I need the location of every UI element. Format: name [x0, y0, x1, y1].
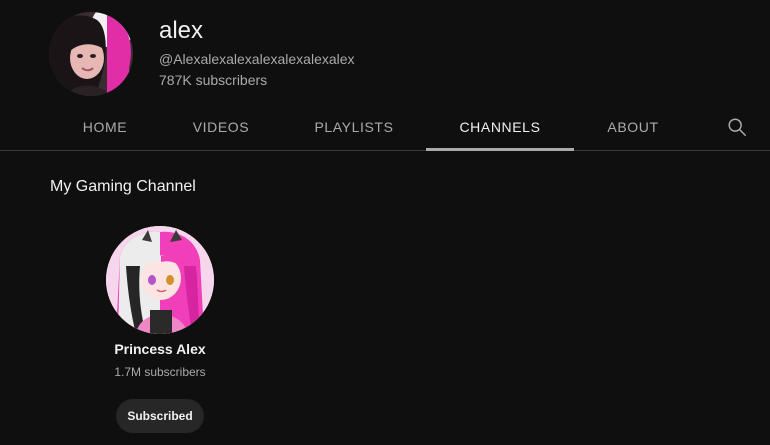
channel-handle: @Alexalexalexalexalexalexalex: [159, 51, 355, 67]
section-title: My Gaming Channel: [50, 178, 196, 195]
tab-videos[interactable]: VIDEOS: [176, 104, 266, 150]
featured-channel-avatar[interactable]: [106, 226, 214, 334]
featured-channel-name[interactable]: Princess Alex: [96, 340, 224, 358]
featured-channel-avatar-image: [106, 226, 214, 334]
channel-avatar[interactable]: [49, 12, 133, 96]
subscribed-button[interactable]: Subscribed: [116, 399, 204, 433]
search-icon: [728, 118, 746, 136]
channel-avatar-image: [49, 12, 133, 96]
tab-channels[interactable]: CHANNELS: [426, 104, 574, 151]
tab-playlists[interactable]: PLAYLISTS: [296, 104, 412, 150]
featured-channel-subscriber-count: 1.7M subscribers: [114, 365, 206, 379]
tab-home[interactable]: HOME: [60, 104, 150, 150]
channel-subscriber-count: 787K subscribers: [159, 72, 268, 88]
channel-name: alex: [159, 17, 204, 44]
tab-about[interactable]: ABOUT: [588, 104, 678, 150]
featured-channel-card: Princess Alex 1.7M subscribers Subscribe…: [96, 226, 224, 436]
channel-tabs: HOME VIDEOS PLAYLISTS CHANNELS ABOUT: [0, 104, 770, 151]
search-button[interactable]: [722, 112, 752, 142]
channel-page: alex @Alexalexalexalexalexalexalex 787K …: [0, 0, 770, 445]
channel-header: alex @Alexalexalexalexalexalexalex 787K …: [0, 0, 770, 100]
